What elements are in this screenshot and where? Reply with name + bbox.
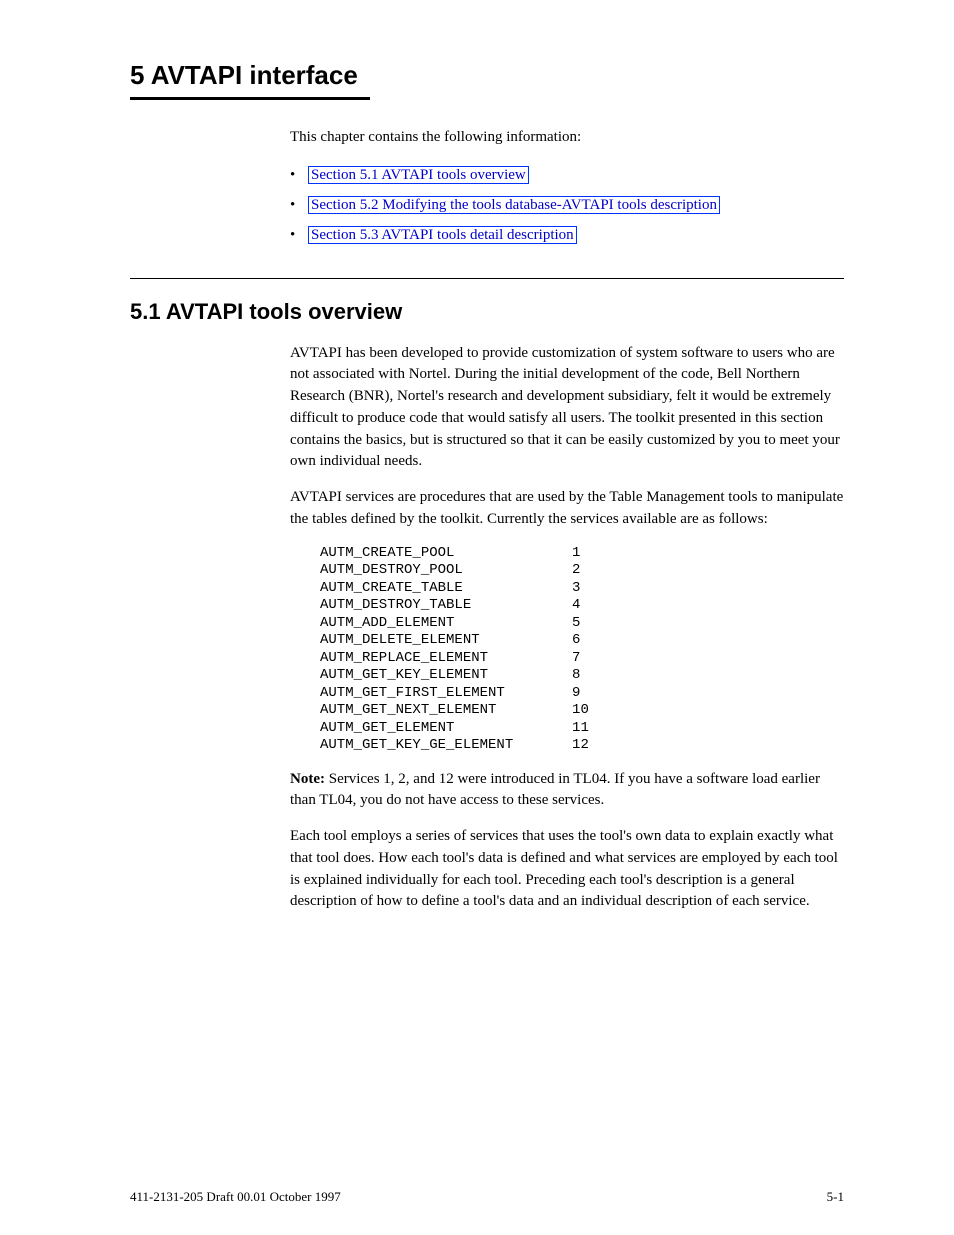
note-paragraph: Note: Services 1, 2, and 12 were introdu…: [290, 769, 844, 813]
section-links-list: Section 5.1 AVTAPI tools overview Sectio…: [290, 160, 844, 250]
chapter-rule: [130, 97, 370, 100]
section-link[interactable]: Section 5.2 Modifying the tools database…: [308, 196, 720, 214]
section-link[interactable]: Section 5.1 AVTAPI tools overview: [308, 166, 529, 184]
section-link[interactable]: Section 5.3 AVTAPI tools detail descript…: [308, 226, 577, 244]
body-paragraph: AVTAPI has been developed to provide cus…: [290, 343, 844, 474]
services-table: AUTM_CREATE_POOL 1 AUTM_DESTROY_POOL 2 A…: [320, 545, 844, 755]
body-paragraph: Each tool employs a series of services t…: [290, 826, 844, 913]
note-text: Services 1, 2, and 12 were introduced in…: [290, 771, 820, 809]
section-link-item: Section 5.2 Modifying the tools database…: [290, 190, 844, 220]
note-label: Note:: [290, 771, 325, 787]
page-footer: 411-2131-205 Draft 00.01 October 1997 5-…: [130, 1189, 844, 1205]
body-paragraph: AVTAPI services are procedures that are …: [290, 487, 844, 531]
chapter-heading: 5 AVTAPI interface: [130, 60, 844, 91]
intro-line: This chapter contains the following info…: [290, 128, 844, 148]
footer-page-number: 5-1: [827, 1189, 844, 1205]
section-link-item: Section 5.1 AVTAPI tools overview: [290, 160, 844, 190]
section-title: 5.1 AVTAPI tools overview: [130, 299, 844, 325]
section-link-item: Section 5.3 AVTAPI tools detail descript…: [290, 220, 844, 250]
footer-left: 411-2131-205 Draft 00.01 October 1997: [130, 1189, 341, 1205]
section-rule: [130, 278, 844, 279]
